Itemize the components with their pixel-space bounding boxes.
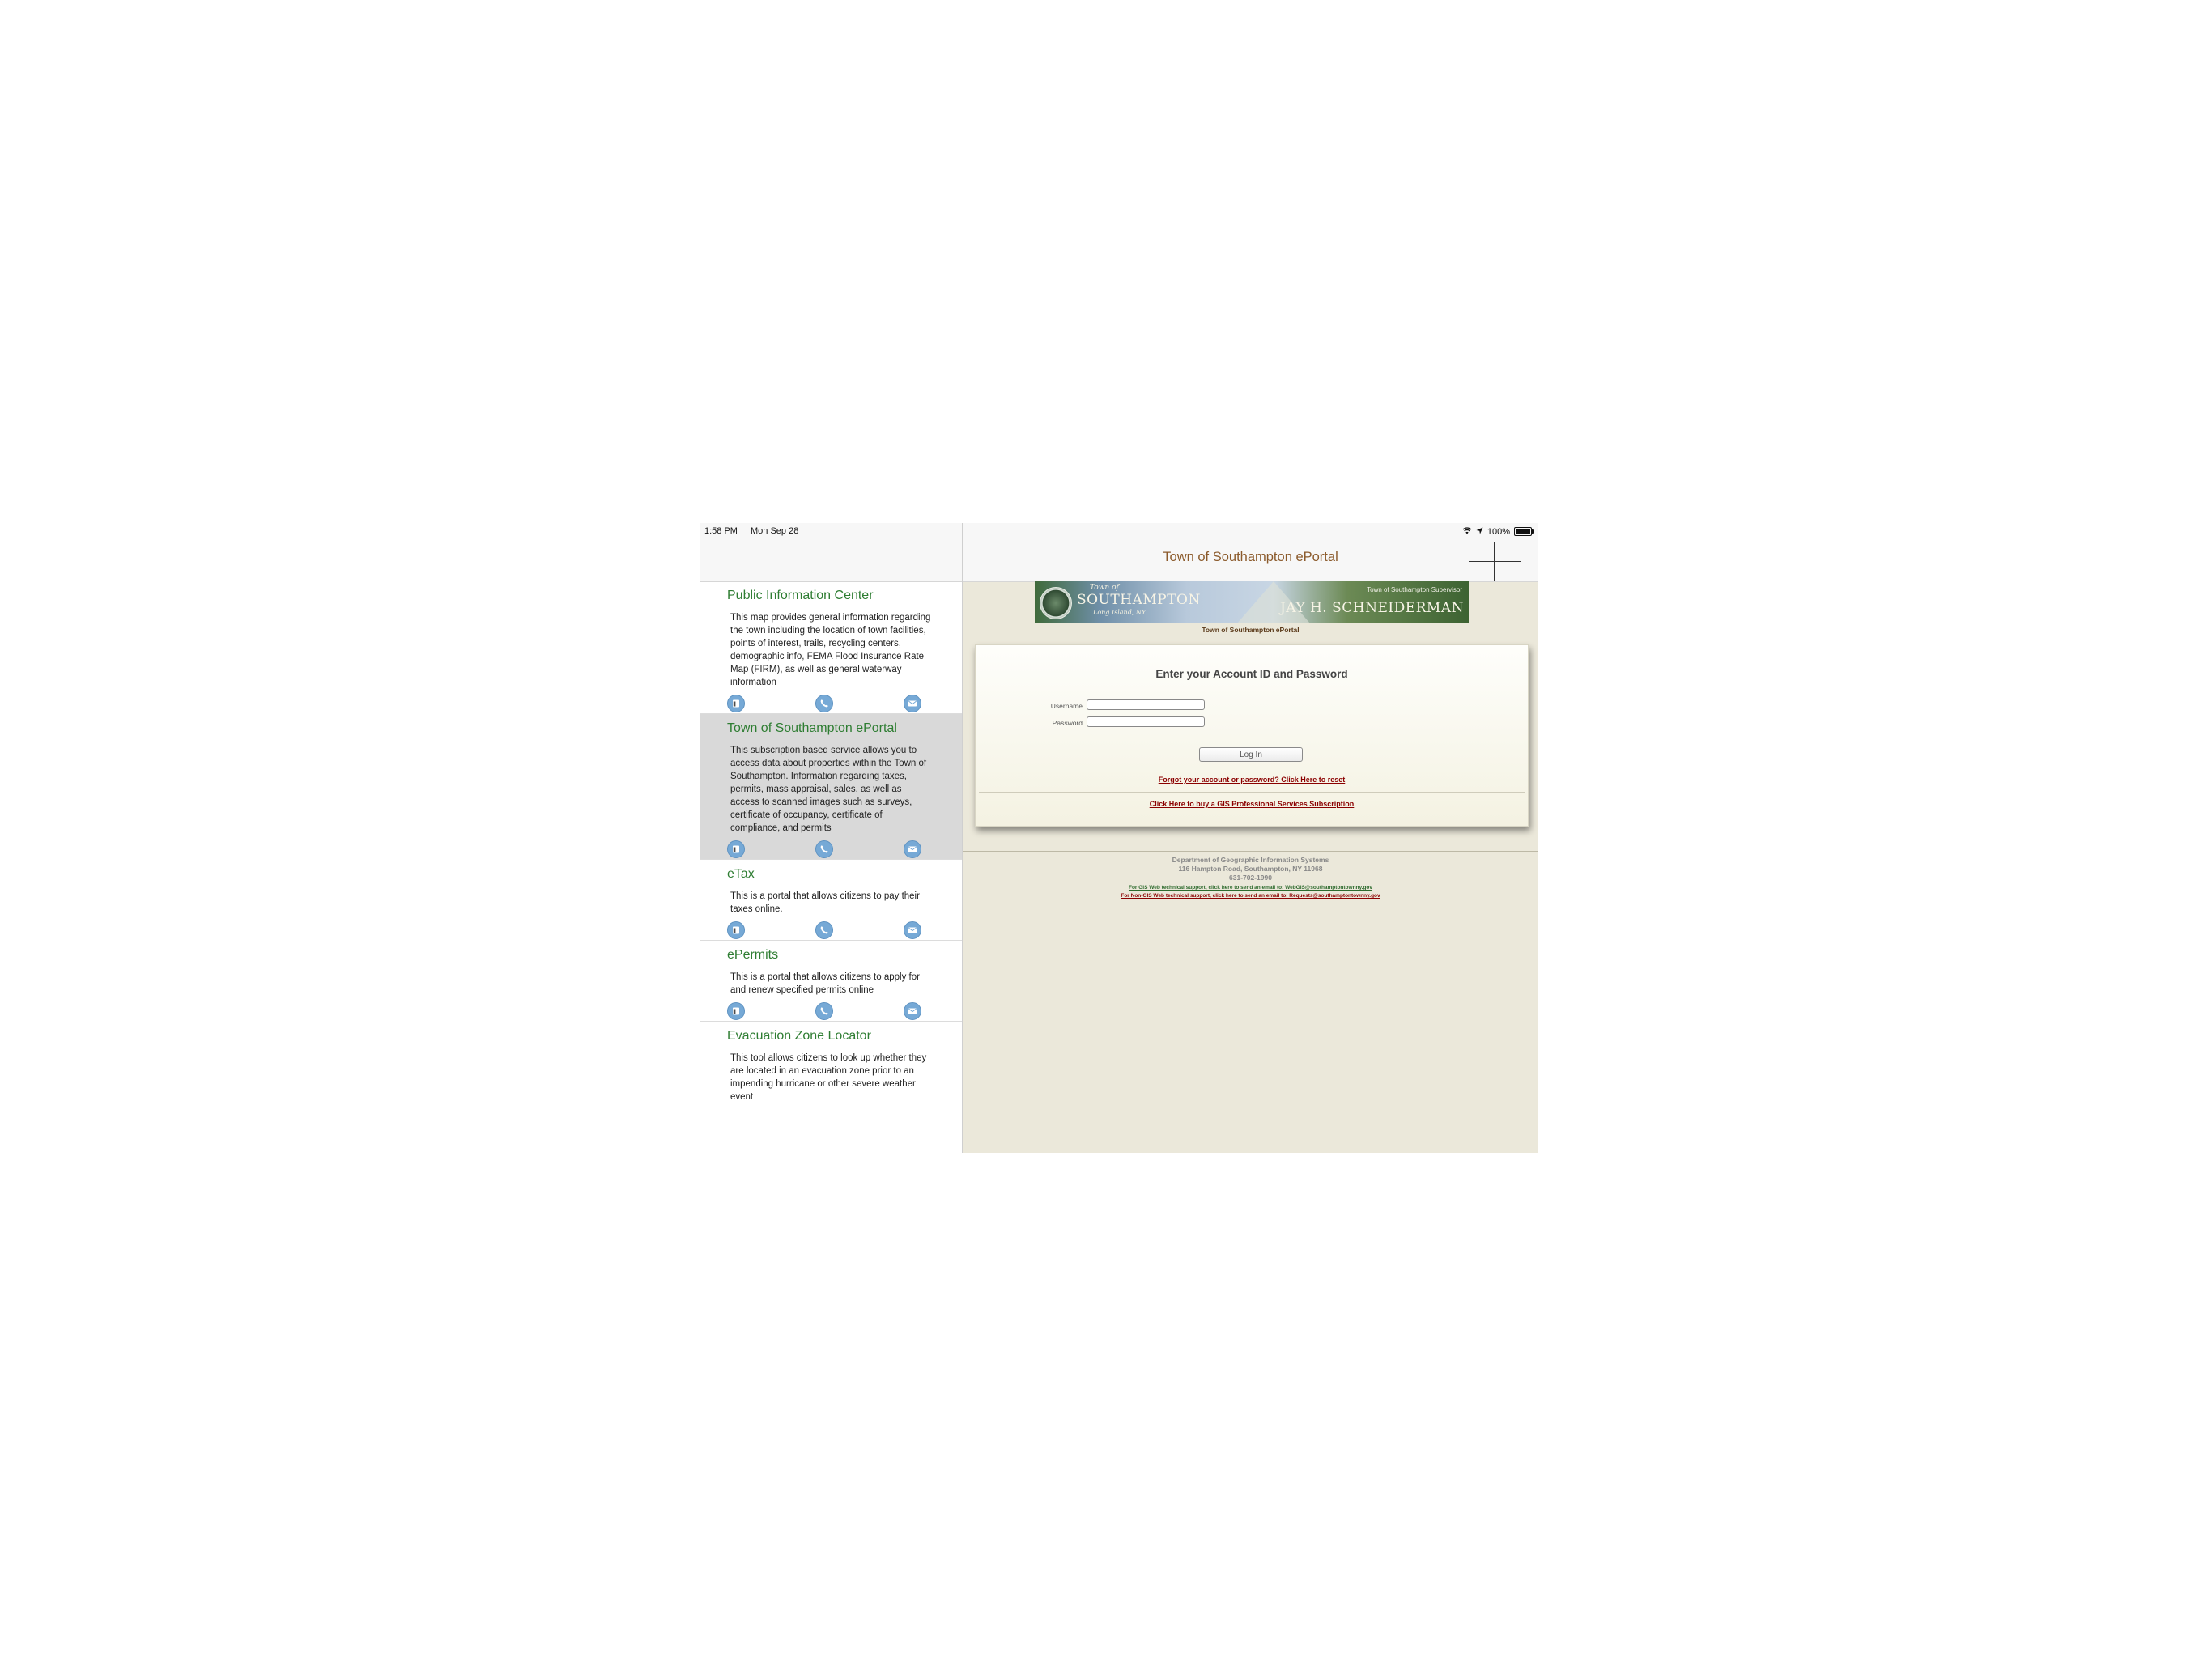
gis-support-email-link[interactable]: For GIS Web technical support, click her… xyxy=(963,885,1538,891)
banner-town-of: Town of xyxy=(1090,584,1119,592)
service-title: Public Information Center xyxy=(727,589,874,602)
status-indicators: 100% xyxy=(1462,526,1534,537)
service-description: This tool allows citizens to look up whe… xyxy=(730,1053,927,1102)
login-card: Enter your Account ID and Password Usern… xyxy=(975,644,1529,827)
username-label: Username xyxy=(1050,702,1083,710)
service-item[interactable]: ePermits This is a portal that allows cit… xyxy=(700,941,962,1022)
phone-icon[interactable] xyxy=(815,1002,833,1020)
phone-icon[interactable] xyxy=(815,695,833,712)
browser-icon[interactable] xyxy=(727,695,745,712)
buy-subscription-link[interactable]: Click Here to buy a GIS Professional Ser… xyxy=(976,800,1528,808)
footer-divider xyxy=(963,851,1538,852)
detail-pane: Town of Southampton ePortal Town of SOUT… xyxy=(963,523,1538,1153)
mail-icon[interactable] xyxy=(904,840,921,858)
service-item[interactable]: Town of Southampton ePortal This subscrip… xyxy=(700,714,962,860)
service-item[interactable]: Public Information Center This map provid… xyxy=(700,581,962,714)
service-item[interactable]: eTax This is a portal that allows citizen… xyxy=(700,860,962,941)
card-divider xyxy=(979,792,1525,793)
town-banner: Town of SOUTHAMPTON Long Island, NY Town… xyxy=(1035,581,1469,623)
location-arrow-icon xyxy=(1476,527,1483,537)
action-row xyxy=(700,916,962,940)
action-row xyxy=(700,835,962,859)
login-heading: Enter your Account ID and Password xyxy=(1155,668,1348,680)
mail-icon[interactable] xyxy=(904,695,921,712)
town-seal-icon xyxy=(1040,587,1072,619)
nav-title: Town of Southampton ePortal xyxy=(1163,550,1338,564)
service-description: This is a portal that allows citizens to… xyxy=(730,891,920,914)
nongis-support-email-link[interactable]: For Non-GIS Web technical support, click… xyxy=(963,893,1538,899)
service-title: ePermits xyxy=(727,948,779,962)
status-bar: 1:58 PM Mon Sep 28 100% xyxy=(700,523,1538,539)
service-description: This subscription based service allows y… xyxy=(730,746,927,833)
banner-supervisor-name: JAY H. SCHNEIDERMAN xyxy=(1279,600,1464,616)
browser-icon[interactable] xyxy=(727,840,745,858)
action-row xyxy=(700,997,962,1021)
battery-icon xyxy=(1514,527,1534,536)
password-field[interactable] xyxy=(1087,716,1205,727)
battery-percent: 100% xyxy=(1487,526,1510,537)
status-date: Mon Sep 28 xyxy=(751,526,799,536)
mail-icon[interactable] xyxy=(904,921,921,939)
browser-icon[interactable] xyxy=(727,921,745,939)
service-list: Public Information Center This map provid… xyxy=(700,581,962,1103)
eportal-webview[interactable]: Town of SOUTHAMPTON Long Island, NY Town… xyxy=(963,581,1538,1153)
service-title: Town of Southampton ePortal xyxy=(727,721,897,735)
phone-icon[interactable] xyxy=(815,921,833,939)
forgot-password-link[interactable]: Forgot your account or password? Click H… xyxy=(976,776,1528,784)
wifi-icon xyxy=(1462,526,1472,537)
service-description: This map provides general information re… xyxy=(730,613,931,687)
service-description: This is a portal that allows citizens to… xyxy=(730,972,920,995)
service-title: eTax xyxy=(727,867,755,881)
password-label: Password xyxy=(1052,719,1083,727)
phone-icon[interactable] xyxy=(815,840,833,858)
footer-address: 116 Hampton Road, Southampton, NY 11968 xyxy=(1178,865,1323,873)
footer-phone: 631-702-1990 xyxy=(1229,874,1272,882)
ipad-screen: Public Information Center This map provid… xyxy=(700,523,1538,1153)
browser-icon[interactable] xyxy=(727,1002,745,1020)
banner-caption: Town of Southampton ePortal xyxy=(1202,626,1300,634)
banner-subtitle: Long Island, NY xyxy=(1093,609,1146,616)
banner-supervisor-label: Town of Southampton Supervisor xyxy=(1367,586,1462,593)
action-row xyxy=(700,689,962,713)
crosshair-icon[interactable] xyxy=(1469,542,1521,583)
login-button[interactable]: Log In xyxy=(1199,747,1303,762)
username-field[interactable] xyxy=(1087,699,1205,710)
mail-icon[interactable] xyxy=(904,1002,921,1020)
service-item[interactable]: Evacuation Zone Locator This tool allows … xyxy=(700,1022,962,1103)
service-title: Evacuation Zone Locator xyxy=(727,1029,871,1043)
banner-town-name: SOUTHAMPTON xyxy=(1077,592,1201,608)
footer-department: Department of Geographic Information Sys… xyxy=(1172,856,1329,864)
services-sidebar: Public Information Center This map provid… xyxy=(700,523,963,1153)
status-time: 1:58 PM xyxy=(704,526,738,536)
